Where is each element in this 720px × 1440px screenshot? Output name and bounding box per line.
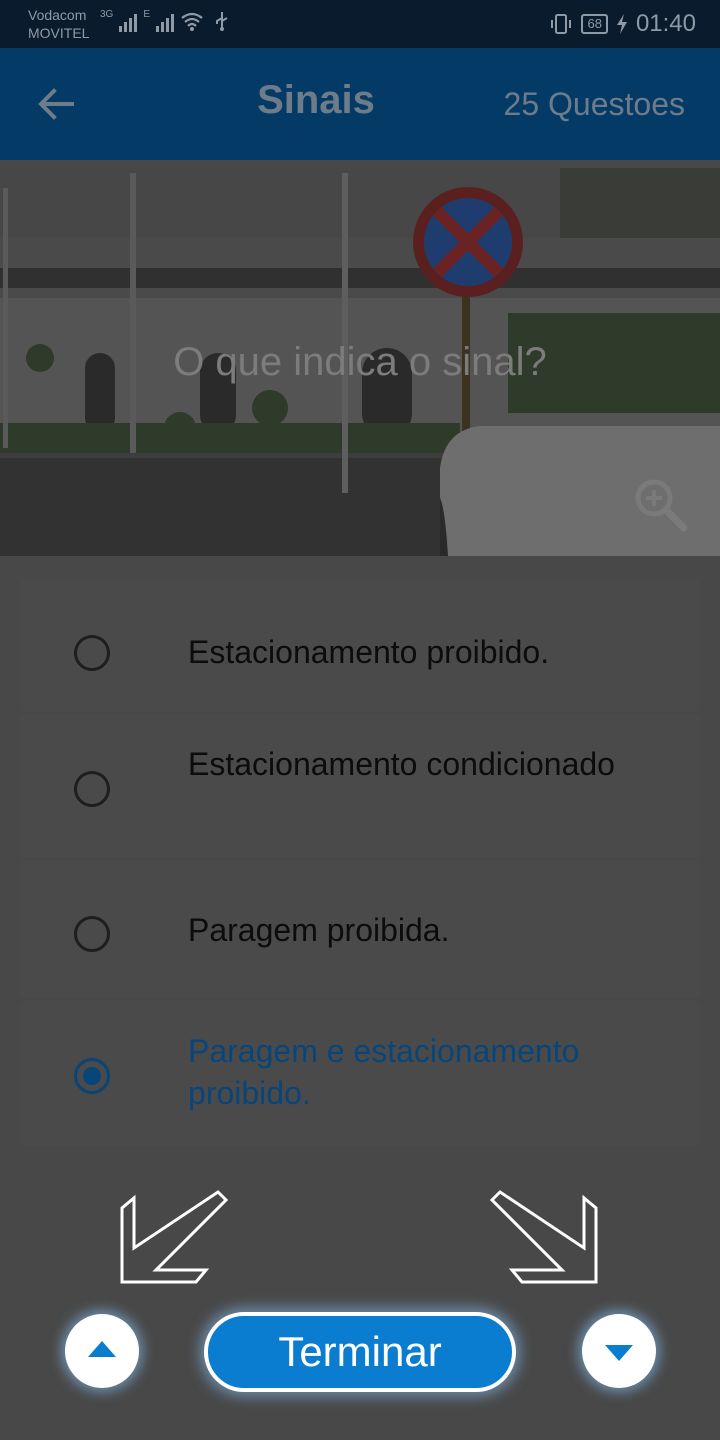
answer-option-selected[interactable]: Paragem e estacionamento proibido. xyxy=(20,1000,700,1146)
network-type-1: 3G xyxy=(100,9,114,20)
hint-arrow-down-right-icon xyxy=(490,1190,598,1284)
radio-button-selected[interactable] xyxy=(74,1058,110,1094)
clock: 01:40 xyxy=(635,10,696,37)
wifi-icon xyxy=(181,12,203,31)
question-image[interactable]: O que indica o sinal? xyxy=(0,168,720,556)
usb-icon xyxy=(216,12,228,31)
option-label: Paragem e estacionamento proibido. xyxy=(188,1033,580,1111)
radio-button[interactable] xyxy=(74,771,110,807)
radio-button[interactable] xyxy=(74,635,110,671)
status-bar: Vodacom MOVITEL 3G E 68 01:40 xyxy=(0,0,720,48)
finish-button[interactable]: Terminar xyxy=(204,1312,516,1392)
option-label: Estacionamento proibido. xyxy=(188,634,550,670)
answer-option[interactable]: Estacionamento condicionado xyxy=(20,714,700,858)
option-label: Paragem proibida. xyxy=(188,912,450,948)
status-right: 68 01:40 xyxy=(549,10,696,38)
app-bar: Sinais 25 Questoes xyxy=(0,48,720,160)
answer-options: Estacionamento proibido. Estacionamento … xyxy=(20,580,700,1148)
radio-button[interactable] xyxy=(74,916,110,952)
chevron-down-icon xyxy=(605,1345,633,1361)
charging-icon xyxy=(616,14,627,34)
vibrate-icon xyxy=(551,14,572,34)
chevron-up-icon xyxy=(88,1341,116,1357)
signal-bars-icon xyxy=(119,12,138,32)
next-question-button[interactable] xyxy=(582,1314,656,1388)
signal-bars-icon-2 xyxy=(156,12,175,32)
answer-option[interactable]: Paragem proibida. xyxy=(20,860,700,998)
question-count: 25 Questoes xyxy=(503,86,685,122)
carrier-labels: Vodacom MOVITEL xyxy=(28,6,89,42)
answer-option[interactable]: Estacionamento proibido. xyxy=(20,580,700,712)
zoom-in-icon[interactable] xyxy=(630,474,690,534)
question-text: O que indica o sinal? xyxy=(173,340,547,384)
hint-arrow-down-left-icon xyxy=(120,1190,228,1284)
previous-question-button[interactable] xyxy=(65,1314,139,1388)
network-type-2: E xyxy=(143,9,151,20)
battery-level: 68 xyxy=(581,14,608,34)
option-label: Estacionamento condicionado xyxy=(188,746,615,782)
carrier-secondary: MOVITEL xyxy=(28,25,90,41)
carrier-primary: Vodacom xyxy=(28,7,87,23)
signal-indicators: 3G E xyxy=(100,10,234,32)
